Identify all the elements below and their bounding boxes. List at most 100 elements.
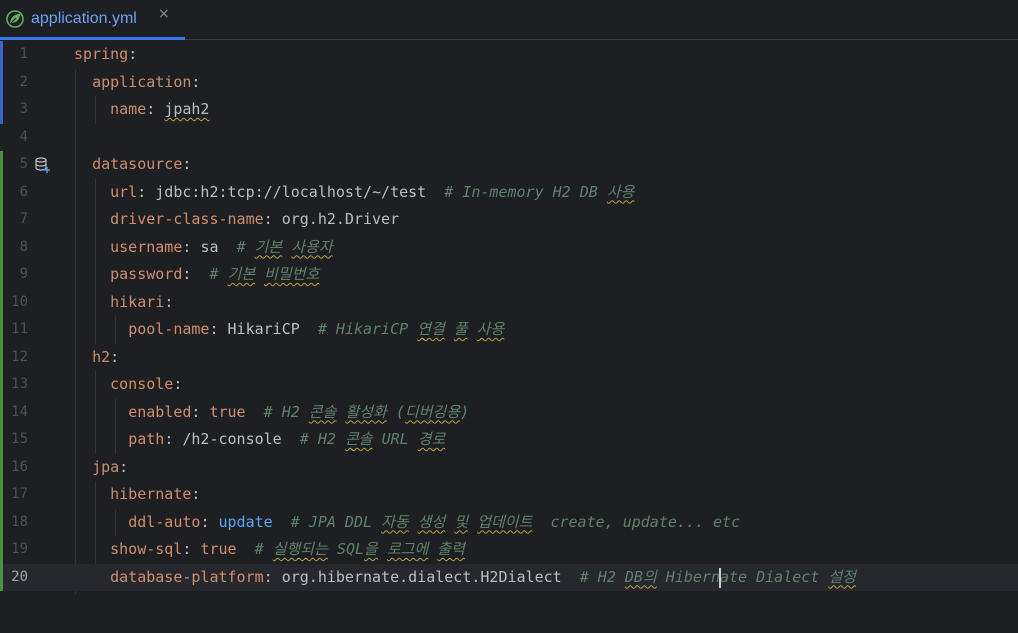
code-text: ddl-auto: update # JPA DDL 자동 생성 및 업데이트 … <box>74 509 740 537</box>
line-number: 18 <box>11 513 28 530</box>
code-text: password: # 기본 비밀번호 <box>74 261 319 289</box>
code-line[interactable]: 1 spring: <box>0 41 1018 69</box>
code-line[interactable]: 11 pool-name: HikariCP # HikariCP 연결 풀 사… <box>0 316 1018 344</box>
code-text: show-sql: true # 실행되는 SQL을 로그에 출력 <box>74 536 465 564</box>
close-tab-icon[interactable]: × <box>158 6 170 22</box>
code-line[interactable]: 19 show-sql: true # 실행되는 SQL을 로그에 출력 <box>0 536 1018 564</box>
database-plus-icon[interactable] <box>34 156 52 174</box>
code-text: console: <box>74 371 182 399</box>
code-token: 경로 <box>417 430 446 448</box>
code-token: : <box>182 265 210 283</box>
line-number: 10 <box>11 293 28 310</box>
editor-tab-bar: application.yml × <box>0 0 1018 40</box>
code-line[interactable]: 10 hikari: <box>0 288 1018 316</box>
code-token: 콘솔 <box>308 402 337 421</box>
line-number: 11 <box>11 321 28 337</box>
code-line[interactable]: 3 name: jpah2 <box>0 96 1018 124</box>
line-number: 9 <box>19 266 28 282</box>
code-token: # In-memory H2 DB <box>444 182 607 201</box>
spring-leaf-icon <box>6 9 24 28</box>
line-number: 5 <box>19 156 28 172</box>
code-line[interactable]: 17 hibernate: <box>0 481 1018 509</box>
code-line[interactable]: 4 <box>0 124 1018 152</box>
code-token: url <box>110 182 138 201</box>
line-number: 3 <box>19 101 28 117</box>
code-token: ( <box>386 402 405 421</box>
code-line[interactable]: 20 database-platform: org.hibernate.dial… <box>0 563 1018 591</box>
code-token: 디버깅용 <box>404 402 461 421</box>
code-token: update <box>218 512 273 531</box>
code-token: # <box>209 265 228 283</box>
line-number: 1 <box>19 46 28 62</box>
code-token: # H2 <box>263 402 309 421</box>
code-token: 출력 <box>437 540 465 558</box>
line-number: 7 <box>19 211 28 227</box>
code-line[interactable]: 13 console: <box>0 371 1018 399</box>
code-line[interactable]: 14 enabled: true # H2 콘솔 활성화 (디버깅용) <box>0 398 1018 427</box>
code-line[interactable]: 2 application: <box>0 68 1018 97</box>
code-line[interactable]: 16 jpa: <box>0 453 1018 481</box>
code-token: # H2 <box>299 430 345 448</box>
code-line[interactable]: 8 username: sa # 기본 사용자 <box>0 233 1018 261</box>
code-token: path <box>128 430 165 448</box>
code-line[interactable]: 5 datasource: <box>0 151 1018 179</box>
code-token: 기본 <box>254 237 283 256</box>
code-token: 풀 <box>453 320 468 338</box>
line-number: 15 <box>11 431 28 447</box>
code-token: : <box>182 155 192 173</box>
tab-label: application.yml <box>31 9 137 27</box>
code-line[interactable]: 6 url: jdbc:h2:tcp://localhost/~/test # … <box>0 178 1018 206</box>
code-token: HikariCP <box>227 320 300 338</box>
code-line[interactable]: 18 ddl-auto: update # JPA DDL 자동 생성 및 업데… <box>0 508 1018 537</box>
code-text: application: <box>74 69 200 97</box>
code-editor[interactable]: 1 spring: 2 application: 3 name: jpah2 4 5 da… <box>0 41 1018 633</box>
code-token: h2 <box>92 347 111 366</box>
code-token: 연결 <box>417 320 445 338</box>
code-token: : <box>128 45 138 63</box>
code-token: jpa <box>92 457 120 476</box>
code-token: : <box>137 182 156 201</box>
code-token: : <box>164 292 174 311</box>
code-text: pool-name: HikariCP # HikariCP 연결 풀 사용 <box>74 316 504 344</box>
code-token: name <box>110 100 147 118</box>
code-token: # <box>254 540 273 558</box>
code-text: driver-class-name: org.h2.Driver <box>74 206 399 234</box>
code-line[interactable]: 12 h2: <box>0 343 1018 371</box>
code-token: URL <box>372 430 418 448</box>
code-token: 자동 <box>381 512 409 531</box>
code-token: # JPA DDL <box>290 512 382 531</box>
line-number: 6 <box>19 183 28 200</box>
code-line[interactable]: 7 driver-class-name: org.h2.Driver <box>0 206 1018 234</box>
code-line[interactable]: 15 path: /h2-console # H2 콘솔 URL 경로 <box>0 426 1018 454</box>
code-token: 사용자 <box>291 237 333 256</box>
code-text: hibernate: <box>74 481 200 509</box>
code-token: : <box>164 430 183 448</box>
code-text: enabled: true # H2 콘솔 활성화 (디버깅용) <box>74 399 469 427</box>
code-token: password <box>110 265 183 283</box>
code-token: enabled <box>128 402 192 421</box>
code-text: name: jpah2 <box>74 96 209 124</box>
code-text: spring: <box>74 41 137 69</box>
code-token: hikari <box>110 292 165 311</box>
line-number: 4 <box>19 128 28 145</box>
code-token: : <box>263 567 282 586</box>
code-line[interactable]: 9 password: # 기본 비밀번호 <box>0 261 1018 289</box>
code-token: : <box>146 100 165 118</box>
